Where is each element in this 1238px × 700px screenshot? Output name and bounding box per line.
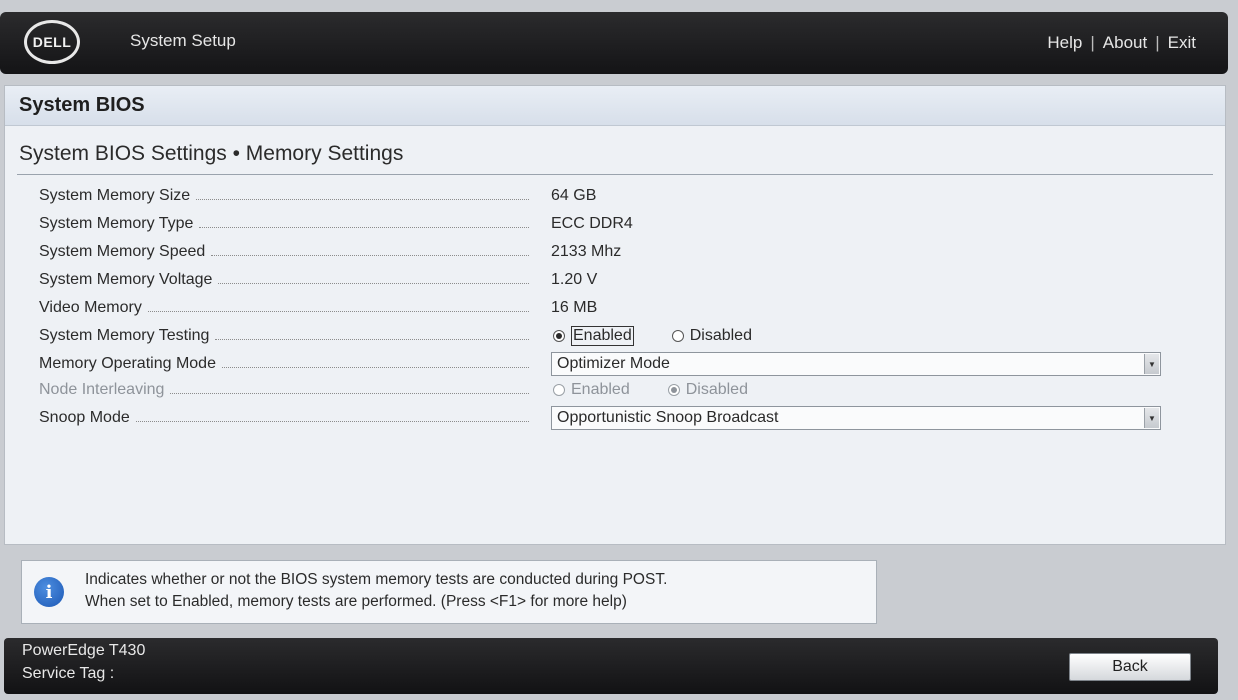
setting-label-wrap: Memory Operating Mode [39,350,529,378]
setting-label: Snoop Mode [39,409,130,426]
help-line: When set to Enabled, memory tests are pe… [85,593,627,610]
node-interleaving-radio-group: Enabled Disabled [553,381,786,399]
setting-label: System Memory Size [39,187,191,204]
back-button[interactable]: Back [1069,653,1191,681]
setting-label: System Memory Speed [39,243,206,260]
radio-label: Disabled [685,381,748,398]
dotted-leader [135,420,529,422]
setting-label: Node Interleaving [39,381,165,398]
dropdown-arrow-icon[interactable]: ▼ [1144,354,1159,374]
exit-link[interactable]: Exit [1168,33,1196,53]
setting-label-wrap: System Memory Type [39,210,529,238]
setting-row-node-interleaving: Node Interleaving Enabled Disabled [5,376,1225,404]
dell-logo: DELL [24,20,80,64]
setting-row-memory-size: System Memory Size 64 GB [5,182,1225,210]
dotted-leader [147,310,529,312]
snoop-mode-dropdown[interactable]: Opportunistic Snoop Broadcast ▼ [551,406,1161,430]
dotted-leader [170,392,529,394]
radio-label: Enabled [571,326,634,346]
radio-unselected-icon [671,330,684,342]
about-link[interactable]: About [1103,33,1147,53]
footer-bar: PowerEdge T430 Service Tag : Back [4,638,1218,694]
header-links: Help | About | Exit [1047,33,1196,53]
setting-label-wrap: Video Memory [39,294,529,322]
setting-value: ECC DDR4 [551,215,633,232]
setting-label: System Memory Testing [39,327,210,344]
app-title: System Setup [130,31,236,50]
link-separator: | [1090,33,1095,52]
info-icon: i [34,577,64,607]
breadcrumb: System BIOS Settings • Memory Settings [19,142,404,165]
dropdown-value: Opportunistic Snoop Broadcast [557,409,779,426]
setting-row-memory-speed: System Memory Speed 2133 Mhz [5,238,1225,266]
radio-unselected-icon [553,384,565,396]
dotted-leader [221,366,529,368]
radio-selected-icon [553,330,565,342]
dropdown-value: Optimizer Mode [557,355,670,372]
radio-label: Enabled [571,381,630,398]
memory-testing-radio-group: Enabled Disabled [553,326,790,346]
operating-mode-dropdown[interactable]: Optimizer Mode ▼ [551,352,1161,376]
setting-label-wrap: System Memory Testing [39,322,529,350]
setting-row-video-memory: Video Memory 16 MB [5,294,1225,322]
help-link[interactable]: Help [1047,33,1082,53]
setting-label-wrap: System Memory Voltage [39,266,529,294]
setting-label-wrap: Snoop Mode [39,404,529,432]
dotted-leader [196,198,529,200]
setting-label: Memory Operating Mode [39,355,216,372]
dotted-leader [218,282,529,284]
setting-row-memory-voltage: System Memory Voltage 1.20 V [5,266,1225,294]
setting-value: 16 MB [551,299,598,316]
section-header: System BIOS [5,86,1225,126]
dotted-leader [199,226,529,228]
dropdown-arrow-icon[interactable]: ▼ [1144,408,1159,428]
system-model: PowerEdge T430 [22,642,146,659]
top-header-bar: DELL System Setup Help | About | Exit [0,12,1228,74]
help-line: Indicates whether or not the BIOS system… [85,571,668,588]
setting-label: System Memory Type [39,215,194,232]
help-box: i Indicates whether or not the BIOS syst… [21,560,877,624]
main-panel: System BIOS System BIOS Settings • Memor… [4,85,1226,545]
setting-label: System Memory Voltage [39,271,213,288]
setting-value: 1.20 V [551,271,598,288]
setting-row-memory-testing: System Memory Testing Enabled Disabled [5,322,1225,350]
setting-label-wrap: Node Interleaving [39,376,529,404]
dotted-leader [215,338,529,340]
radio-label: Disabled [689,327,752,344]
memory-testing-enabled-radio[interactable]: Enabled [553,326,634,346]
setting-label-wrap: System Memory Size [39,182,529,210]
setting-row-memory-type: System Memory Type ECC DDR4 [5,210,1225,238]
setting-row-operating-mode: Memory Operating Mode Optimizer Mode ▼ [5,350,1225,378]
setting-value: 2133 Mhz [551,243,622,260]
node-interleaving-enabled-radio: Enabled [553,381,630,399]
link-separator: | [1155,33,1160,52]
divider [17,174,1213,175]
memory-testing-disabled-radio[interactable]: Disabled [671,327,752,345]
setting-row-snoop-mode: Snoop Mode Opportunistic Snoop Broadcast… [5,404,1225,432]
setting-label: Video Memory [39,299,142,316]
setting-label-wrap: System Memory Speed [39,238,529,266]
service-tag-label: Service Tag : [22,665,115,682]
radio-selected-icon [667,384,680,396]
section-title: System BIOS [19,94,145,116]
node-interleaving-disabled-radio: Disabled [667,381,748,399]
setting-value: 64 GB [551,187,597,204]
help-text: Indicates whether or not the BIOS system… [85,569,667,613]
dotted-leader [211,254,529,256]
